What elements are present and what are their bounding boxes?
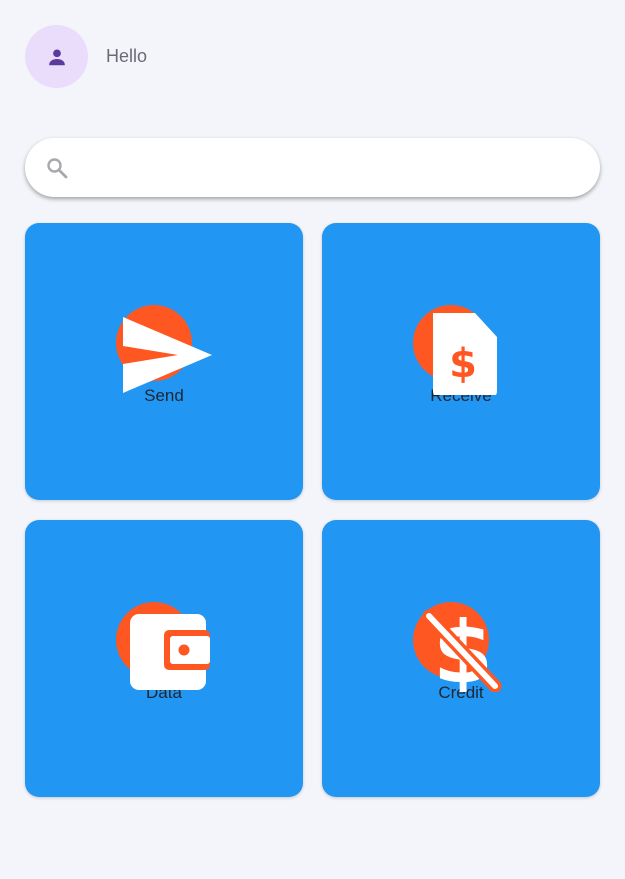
- search-input[interactable]: [79, 137, 576, 198]
- tile-send[interactable]: Send: [25, 223, 303, 500]
- person-icon: [48, 48, 65, 65]
- money-off-icon: $: [411, 602, 511, 692]
- send-icon: [114, 305, 214, 395]
- tile-credit[interactable]: $ Crédit: [322, 520, 600, 797]
- greeting-text: Hello: [106, 46, 148, 66]
- avatar[interactable]: [25, 25, 88, 88]
- search-bar[interactable]: [25, 137, 600, 198]
- tile-receive[interactable]: $ Receive: [322, 223, 600, 500]
- header: Hello: [25, 25, 147, 88]
- svg-text:$: $: [449, 341, 477, 387]
- tile-data[interactable]: Data: [25, 520, 303, 797]
- action-grid: Send $ Receive Data Crédit: [25, 223, 600, 797]
- wallet-icon: [114, 602, 214, 692]
- receipt-dollar-icon: $: [411, 305, 511, 395]
- search-icon: [47, 157, 68, 178]
